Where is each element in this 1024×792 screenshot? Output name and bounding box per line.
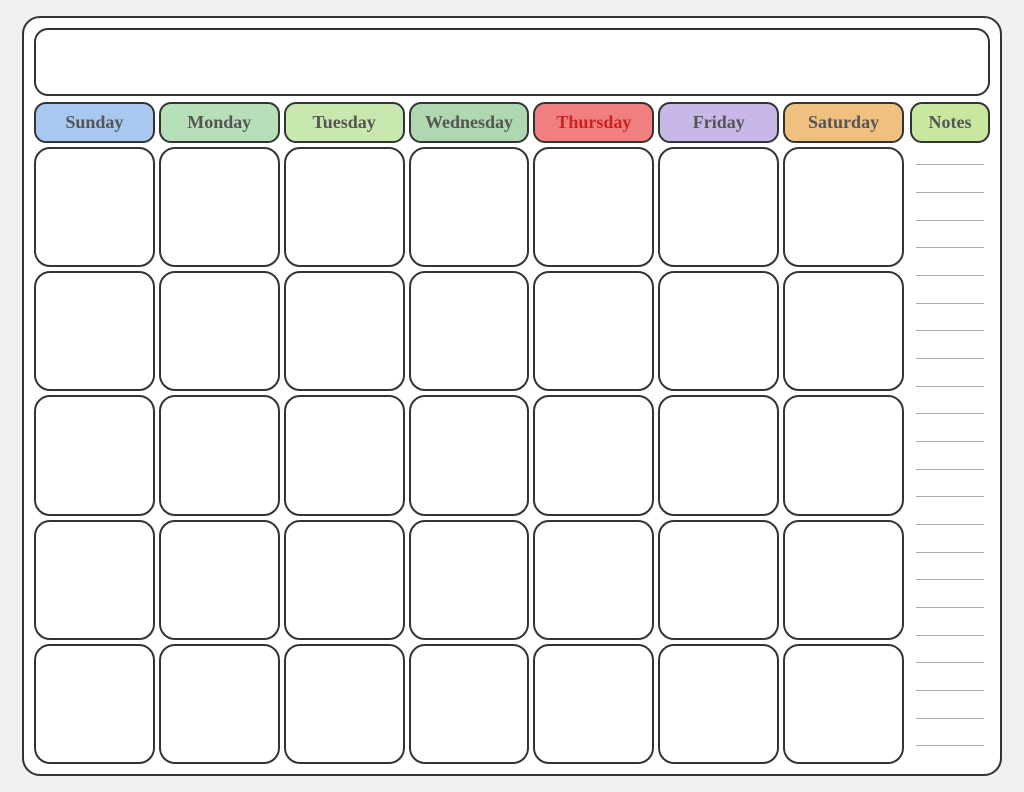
note-line[interactable]: [916, 469, 984, 470]
note-line[interactable]: [916, 358, 984, 359]
note-line[interactable]: [916, 330, 984, 331]
note-line[interactable]: [916, 247, 984, 248]
day-cell[interactable]: [284, 395, 405, 515]
note-line[interactable]: [916, 192, 984, 193]
note-line[interactable]: [916, 386, 984, 387]
note-line[interactable]: [916, 441, 984, 442]
week-row-5: [34, 644, 904, 764]
day-cell[interactable]: [658, 147, 779, 267]
header-monday: Monday: [159, 102, 280, 143]
day-cell[interactable]: [409, 644, 530, 764]
header-friday: Friday: [658, 102, 779, 143]
day-cell[interactable]: [783, 644, 904, 764]
calendar-container: Sunday Monday Tuesday Wednesday Thursday…: [22, 16, 1002, 776]
note-line[interactable]: [916, 275, 984, 276]
day-cell[interactable]: [284, 271, 405, 391]
day-cell[interactable]: [284, 520, 405, 640]
day-cell[interactable]: [34, 520, 155, 640]
header-tuesday: Tuesday: [284, 102, 405, 143]
note-line[interactable]: [916, 579, 984, 580]
day-cell[interactable]: [159, 395, 280, 515]
day-cell[interactable]: [783, 271, 904, 391]
day-cell[interactable]: [159, 520, 280, 640]
note-line[interactable]: [916, 635, 984, 636]
notes-header: Notes: [910, 102, 990, 143]
day-cell[interactable]: [159, 147, 280, 267]
day-cell[interactable]: [533, 395, 654, 515]
day-cell[interactable]: [658, 271, 779, 391]
notes-panel: Notes: [910, 102, 990, 764]
note-line[interactable]: [916, 662, 984, 663]
weeks-container: [34, 147, 904, 764]
day-cell[interactable]: [284, 644, 405, 764]
note-line[interactable]: [916, 164, 984, 165]
header-thursday: Thursday: [533, 102, 654, 143]
header-wednesday: Wednesday: [409, 102, 530, 143]
note-line[interactable]: [916, 496, 984, 497]
note-line[interactable]: [916, 413, 984, 414]
note-line[interactable]: [916, 303, 984, 304]
day-cell[interactable]: [658, 395, 779, 515]
day-cell[interactable]: [533, 644, 654, 764]
day-cell[interactable]: [34, 395, 155, 515]
day-cell[interactable]: [533, 520, 654, 640]
day-cell[interactable]: [34, 271, 155, 391]
note-line[interactable]: [916, 220, 984, 221]
day-cell[interactable]: [409, 520, 530, 640]
calendar-grid: Sunday Monday Tuesday Wednesday Thursday…: [34, 102, 904, 764]
week-row-2: [34, 271, 904, 391]
header-saturday: Saturday: [783, 102, 904, 143]
day-cell[interactable]: [284, 147, 405, 267]
day-cell[interactable]: [409, 395, 530, 515]
day-cell[interactable]: [409, 147, 530, 267]
day-cell[interactable]: [658, 520, 779, 640]
note-line[interactable]: [916, 552, 984, 553]
week-row-1: [34, 147, 904, 267]
header-sunday: Sunday: [34, 102, 155, 143]
day-cell[interactable]: [34, 644, 155, 764]
day-cell[interactable]: [409, 271, 530, 391]
note-line[interactable]: [916, 690, 984, 691]
day-cell[interactable]: [34, 147, 155, 267]
note-line[interactable]: [916, 745, 984, 746]
note-line[interactable]: [916, 524, 984, 525]
header-row: Sunday Monday Tuesday Wednesday Thursday…: [34, 102, 904, 143]
day-cell[interactable]: [783, 520, 904, 640]
day-cell[interactable]: [783, 395, 904, 515]
week-row-4: [34, 520, 904, 640]
day-cell[interactable]: [533, 271, 654, 391]
note-line[interactable]: [916, 607, 984, 608]
notes-lines: [910, 147, 990, 764]
title-bar: [34, 28, 990, 96]
day-cell[interactable]: [658, 644, 779, 764]
day-cell[interactable]: [159, 271, 280, 391]
calendar-body: Sunday Monday Tuesday Wednesday Thursday…: [34, 102, 990, 764]
week-row-3: [34, 395, 904, 515]
day-cell[interactable]: [783, 147, 904, 267]
day-cell[interactable]: [159, 644, 280, 764]
note-line[interactable]: [916, 718, 984, 719]
day-cell[interactable]: [533, 147, 654, 267]
